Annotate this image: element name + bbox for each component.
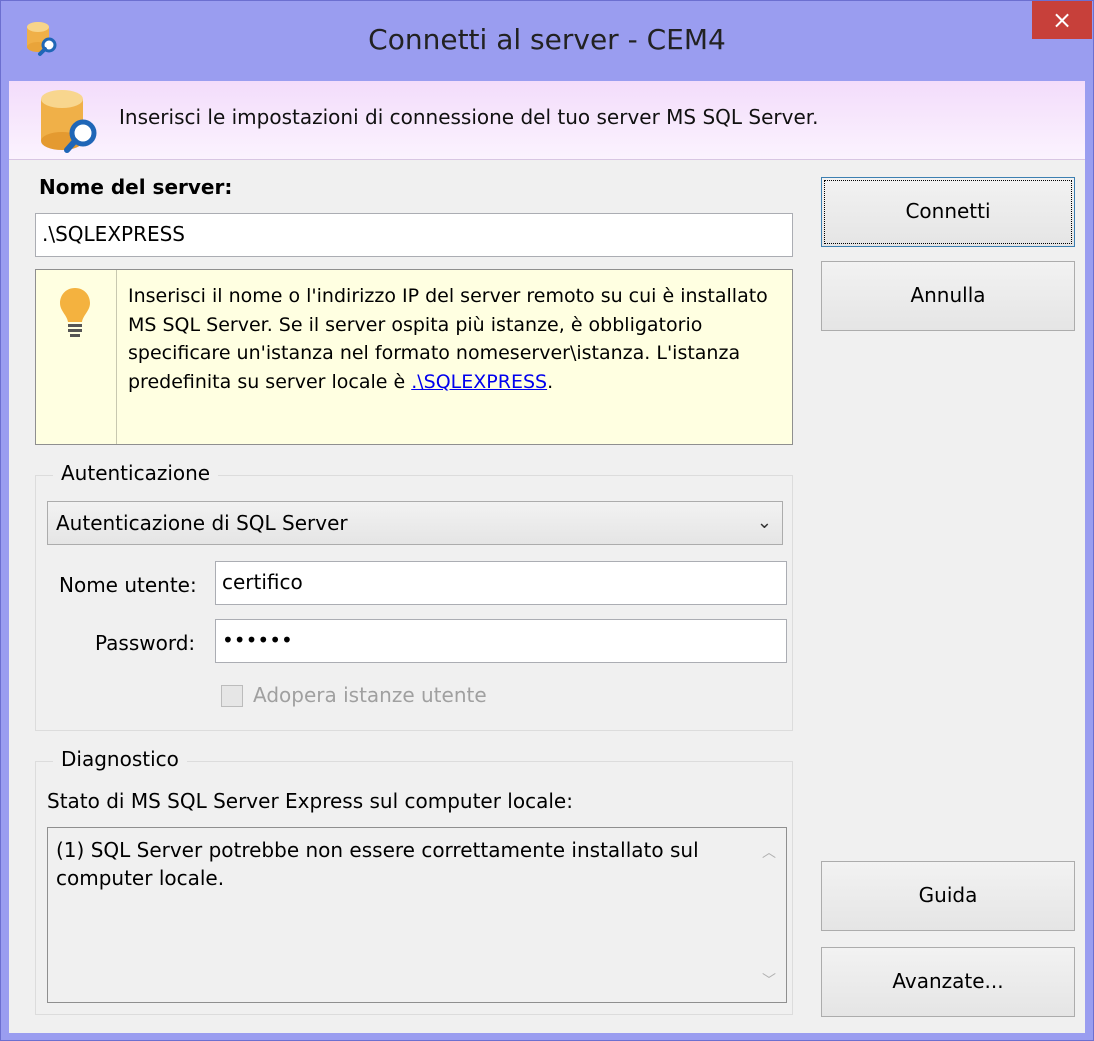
diagnostics-message: (1) SQL Server potrebbe non essere corre… [56, 838, 699, 890]
username-label: Nome utente: [59, 573, 197, 597]
banner-text: Inserisci le impostazioni di connessione… [119, 105, 819, 129]
diagnostics-textbox[interactable]: (1) SQL Server potrebbe non essere corre… [47, 827, 787, 1003]
dialog-window: Connetti al server - CEM4 × Inserisci le… [0, 0, 1094, 1041]
authentication-mode-select[interactable]: Autenticazione di SQL Server ⌄ [47, 501, 783, 545]
hint-panel: Inserisci il nome o l'indirizzo IP del s… [35, 269, 793, 445]
hint-icon-column [36, 270, 117, 444]
close-icon: × [1051, 6, 1073, 34]
title-bar[interactable]: Connetti al server - CEM4 × [1, 1, 1093, 81]
diagnostics-group-title: Diagnostico [53, 747, 187, 771]
close-button[interactable]: × [1032, 1, 1092, 39]
authentication-group-title: Autenticazione [53, 461, 219, 485]
server-name-input[interactable]: .\SQLEXPRESS [35, 213, 793, 257]
user-instances-label: Adopera istanze utente [253, 683, 487, 707]
dialog-body: Inserisci le impostazioni di connessione… [9, 81, 1085, 1033]
diagnostics-status-label: Stato di MS SQL Server Express sul compu… [47, 789, 573, 813]
password-label: Password: [95, 631, 196, 655]
scroll-up-icon[interactable]: ︿ [762, 842, 776, 862]
chevron-down-icon: ⌄ [756, 512, 772, 533]
lightbulb-icon [60, 288, 90, 337]
user-instances-checkbox[interactable] [221, 685, 243, 707]
scroll-down-icon[interactable]: ﹀ [762, 970, 776, 990]
username-input[interactable]: certifico [215, 561, 787, 605]
password-input[interactable]: •••••• [215, 619, 787, 663]
help-button[interactable]: Guida [821, 861, 1075, 931]
sqlexpress-link[interactable]: .\SQLEXPRESS [411, 371, 547, 393]
hint-suffix: . [547, 370, 554, 393]
connect-button[interactable]: Connetti [821, 177, 1075, 247]
hint-text: Inserisci il nome o l'indirizzo IP del s… [128, 282, 778, 396]
advanced-button[interactable]: Avanzate... [821, 947, 1075, 1017]
authentication-mode-value: Autenticazione di SQL Server [56, 511, 348, 535]
cancel-button[interactable]: Annulla [821, 261, 1075, 331]
header-banner: Inserisci le impostazioni di connessione… [9, 81, 1085, 160]
window-title: Connetti al server - CEM4 [368, 23, 726, 56]
database-search-icon [41, 90, 97, 153]
server-name-label: Nome del server: [39, 175, 233, 199]
